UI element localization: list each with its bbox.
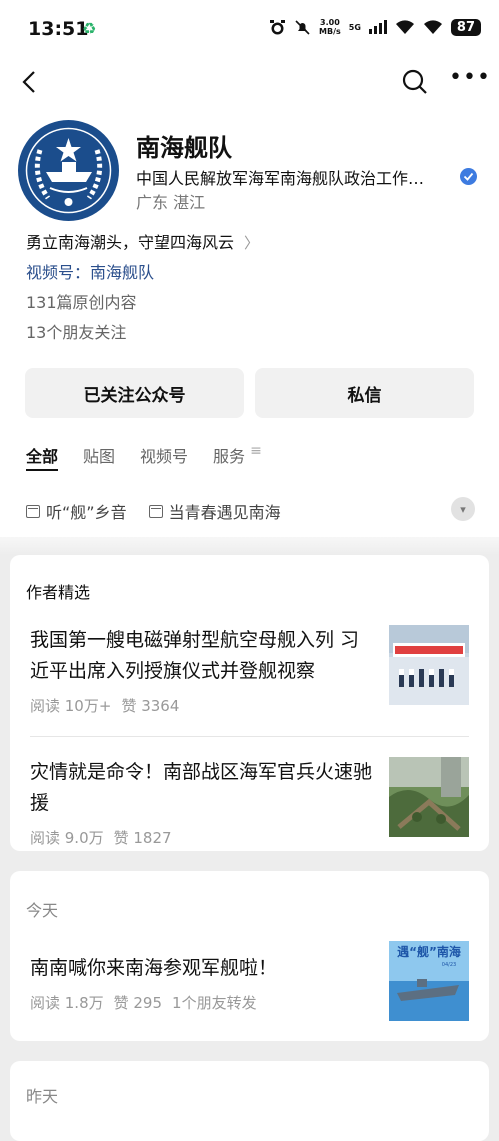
leaf-icon: ♻ xyxy=(82,19,97,38)
tab-posts[interactable]: 贴图 xyxy=(83,443,115,483)
thumb-date: 04/23 xyxy=(442,962,456,968)
article-title: 南南喊你来南海参观军舰啦！ xyxy=(30,957,278,979)
status-bar: 13:51 ♻ 3.00 MB/s 5G 87 xyxy=(0,0,499,58)
speed-value: 3.00 xyxy=(320,18,340,27)
article-text: 灾情就是命令！南部战区海军官兵火速驰援 阅读 9.0万赞 1827 xyxy=(30,757,389,848)
date-label: 昨天 xyxy=(26,1087,59,1106)
article-thumbnail xyxy=(389,757,469,837)
message-button[interactable]: 私信 xyxy=(255,368,474,418)
chevron-right-icon: 〉 xyxy=(244,234,260,252)
article-likes: 赞 3364 xyxy=(121,697,180,715)
list-item[interactable]: 我国第一艘电磁弹射型航空母舰入列 习近平出席入列授旗仪式并登舰视察 阅读 10万… xyxy=(10,625,489,716)
article-title: 我国第一艘电磁弹射型航空母舰入列 习近平出席入列授旗仪式并登舰视察 xyxy=(30,629,360,682)
article-meta: 阅读 10万+ 赞 3364 xyxy=(30,695,373,716)
status-icons: 3.00 MB/s 5G 87 xyxy=(269,18,481,36)
navy-emblem-icon xyxy=(18,120,119,221)
collection-icon xyxy=(26,504,40,518)
speed-unit: MB/s xyxy=(319,27,341,36)
network-type: 5G xyxy=(348,22,361,32)
article-thumbnail xyxy=(389,625,469,705)
battery-level: 87 xyxy=(450,18,481,36)
chevron-down-icon[interactable]: ▾ xyxy=(451,497,475,521)
verified-icon xyxy=(460,168,477,185)
avatar[interactable] xyxy=(18,120,119,221)
account-name: 南海舰队 xyxy=(136,134,232,162)
collection-label: 当青春遇见南海 xyxy=(168,503,281,522)
article-likes: 赞 1827 xyxy=(113,829,172,847)
article-likes: 赞 295 xyxy=(113,994,163,1012)
tab-services[interactable]: 服务 xyxy=(213,443,245,483)
signal-icon xyxy=(368,20,387,34)
collection-chip[interactable]: 听“舰”乡音 xyxy=(26,499,127,523)
back-icon[interactable] xyxy=(14,66,46,98)
menu-icon[interactable]: ≡ xyxy=(250,443,262,483)
profile-header: 13:51 ♻ 3.00 MB/s 5G 87 ••• 南海舰队 中国人民解放军… xyxy=(0,0,499,537)
alarm-icon xyxy=(270,19,286,34)
profile-info: 勇立南海潮头，守望四海风云 〉 视频号：南海舰队 131篇原创内容 13个朋友关… xyxy=(0,228,499,348)
date-label: 今天 xyxy=(26,901,59,920)
action-buttons: 已关注公众号 私信 xyxy=(0,348,499,418)
featured-title: 作者精选 xyxy=(26,583,91,602)
profile-slogan[interactable]: 勇立南海潮头，守望四海风云 〉 xyxy=(26,228,473,258)
article-text: 南南喊你来南海参观军舰啦！ 阅读 1.8万赞 295 1个朋友转发 xyxy=(30,941,389,1021)
article-meta: 阅读 9.0万赞 1827 xyxy=(30,827,373,848)
article-reads: 阅读 1.8万 xyxy=(30,994,104,1012)
list-item[interactable]: 灾情就是命令！南部战区海军官兵火速驰援 阅读 9.0万赞 1827 xyxy=(10,757,489,848)
more-icon[interactable]: ••• xyxy=(449,67,490,92)
wifi-icon xyxy=(395,19,414,34)
collection-label: 听“舰”乡音 xyxy=(46,503,127,522)
article-meta: 阅读 1.8万赞 295 1个朋友转发 xyxy=(30,992,373,1013)
article-reads: 阅读 10万+ xyxy=(30,697,112,715)
account-organization[interactable]: 中国人民解放军海军南海舰队政治工作… xyxy=(136,165,454,189)
account-location: 广东 湛江 xyxy=(136,193,206,212)
status-time: 13:51 xyxy=(28,18,89,40)
yesterday-card: 昨天 xyxy=(10,1061,489,1141)
article-reads: 阅读 9.0万 xyxy=(30,829,104,847)
original-count: 131篇原创内容 xyxy=(26,293,137,312)
channel-link[interactable]: 视频号：南海舰队 xyxy=(26,258,473,288)
today-card: 今天 南南喊你来南海参观军舰啦！ 阅读 1.8万赞 295 1个朋友转发 遇“舰”… xyxy=(10,871,489,1041)
divider xyxy=(30,736,469,737)
article-title: 灾情就是命令！南部战区海军官兵火速驰援 xyxy=(30,761,373,814)
follow-button[interactable]: 已关注公众号 xyxy=(25,368,244,418)
collection-chips: 听“舰”乡音 当青春遇见南海 ▾ xyxy=(0,483,499,537)
tab-channels[interactable]: 视频号 xyxy=(140,443,188,483)
nav-bar: ••• xyxy=(0,58,499,108)
list-item[interactable]: 南南喊你来南海参观军舰啦！ 阅读 1.8万赞 295 1个朋友转发 遇“舰”南海 … xyxy=(10,941,489,1021)
collection-icon xyxy=(148,504,163,518)
friends-following[interactable]: 13个朋友关注 xyxy=(26,318,473,348)
tab-all[interactable]: 全部 xyxy=(26,443,59,471)
thumb-title: 遇“舰”南海 xyxy=(397,944,461,959)
network-speed: 3.00 MB/s xyxy=(319,18,341,36)
wifi-icon-2 xyxy=(423,19,442,34)
profile-summary: 南海舰队 中国人民解放军海军南海舰队政治工作… 广东 湛江 xyxy=(0,108,499,221)
article-thumbnail: 遇“舰”南海 04/23 xyxy=(389,941,469,1021)
collection-chip[interactable]: 当青春遇见南海 xyxy=(148,499,281,523)
article-shares: 1个朋友转发 xyxy=(172,994,257,1012)
content-tabs: 全部 贴图 视频号 服务 ≡ xyxy=(0,418,499,483)
search-icon[interactable] xyxy=(401,68,429,96)
slogan-text: 勇立南海潮头，守望四海风云 xyxy=(26,233,235,252)
section-gap xyxy=(0,537,499,555)
featured-card: 作者精选 我国第一艘电磁弹射型航空母舰入列 习近平出席入列授旗仪式并登舰视察 阅… xyxy=(10,555,489,851)
article-text: 我国第一艘电磁弹射型航空母舰入列 习近平出席入列授旗仪式并登舰视察 阅读 10万… xyxy=(30,625,389,716)
mute-icon xyxy=(295,19,310,35)
